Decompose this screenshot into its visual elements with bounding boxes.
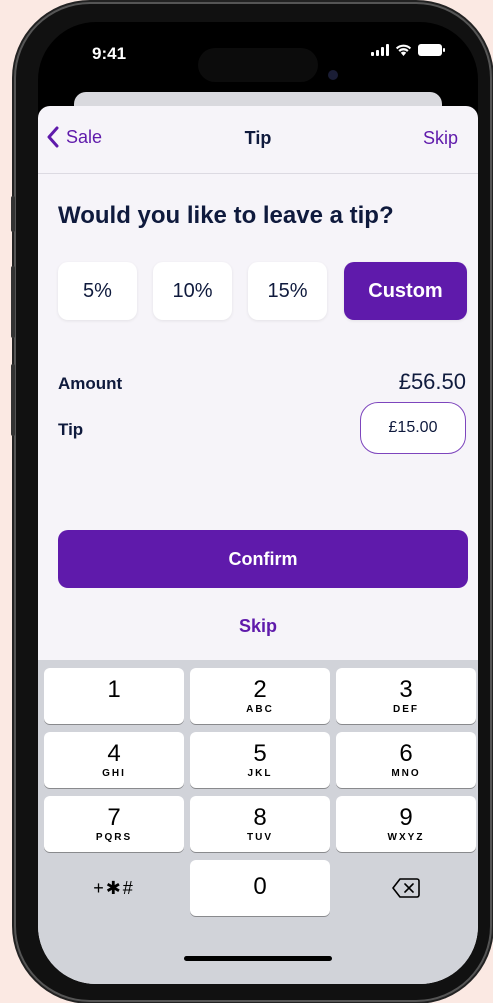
key-3[interactable]: 3 DEF: [336, 668, 476, 724]
status-time: 9:41: [92, 44, 127, 63]
phone-frame: 9:41 Sale Tip Skip Would you like to lea…: [16, 4, 490, 1000]
volume-down-button: [11, 364, 15, 436]
delete-backspace-icon: [392, 878, 420, 898]
screen: 9:41 Sale Tip Skip Would you like to lea…: [38, 22, 478, 984]
numeric-keypad: 1 2 ABC 3 DEF 4 GHI 5 JKL 6 MNO 7 PQRS 8 TUV 9W…: [38, 660, 478, 984]
tip-option-custom[interactable]: Custom: [344, 262, 467, 320]
key-0[interactable]: 0: [190, 860, 330, 916]
amount-value: £56.50: [398, 369, 466, 394]
tip-question: Would you like to leave a tip?: [58, 202, 394, 229]
status-icons: [371, 44, 445, 56]
amount-label: Amount: [58, 374, 123, 393]
key-8[interactable]: 8 TUV: [190, 796, 330, 852]
tip-label: Tip: [58, 420, 84, 439]
key-4[interactable]: 4 GHI: [44, 732, 184, 788]
cellular-signal-icon: [371, 44, 389, 56]
key-7[interactable]: 7 PQRS: [44, 796, 184, 852]
tip-option-15-percent[interactable]: 15%: [248, 262, 327, 320]
key-9[interactable]: 9 WXYZ: [336, 796, 476, 852]
key-delete[interactable]: [336, 860, 476, 916]
status-bar: 9:41: [38, 22, 478, 86]
skip-nav-button[interactable]: Skip: [423, 128, 458, 149]
page-title: Tip: [244, 128, 272, 148]
dynamic-island: [198, 48, 318, 82]
key-5[interactable]: 5 JKL: [190, 732, 330, 788]
tip-sheet: Sale Tip Skip Would you like to leave a …: [38, 106, 478, 984]
volume-up-button: [11, 266, 15, 338]
navigation-bar: Sale Tip Skip: [38, 106, 478, 174]
camera-icon: [328, 70, 338, 80]
battery-icon: [418, 44, 445, 56]
key-symbols[interactable]: +✱#: [44, 860, 184, 916]
home-indicator[interactable]: [184, 956, 332, 961]
key-2[interactable]: 2 ABC: [190, 668, 330, 724]
tip-option-5-percent[interactable]: 5%: [58, 262, 137, 320]
action-button: [11, 196, 15, 232]
tip-option-10-percent[interactable]: 10%: [153, 262, 232, 320]
tip-options: 5% 10% 15% Custom: [58, 262, 468, 320]
confirm-button[interactable]: Confirm: [58, 530, 468, 588]
key-6[interactable]: 6 MNO: [336, 732, 476, 788]
tip-amount-input[interactable]: £15.00: [360, 402, 466, 454]
wifi-icon: [395, 44, 412, 56]
key-1[interactable]: 1: [44, 668, 184, 724]
skip-button[interactable]: Skip: [38, 616, 478, 637]
